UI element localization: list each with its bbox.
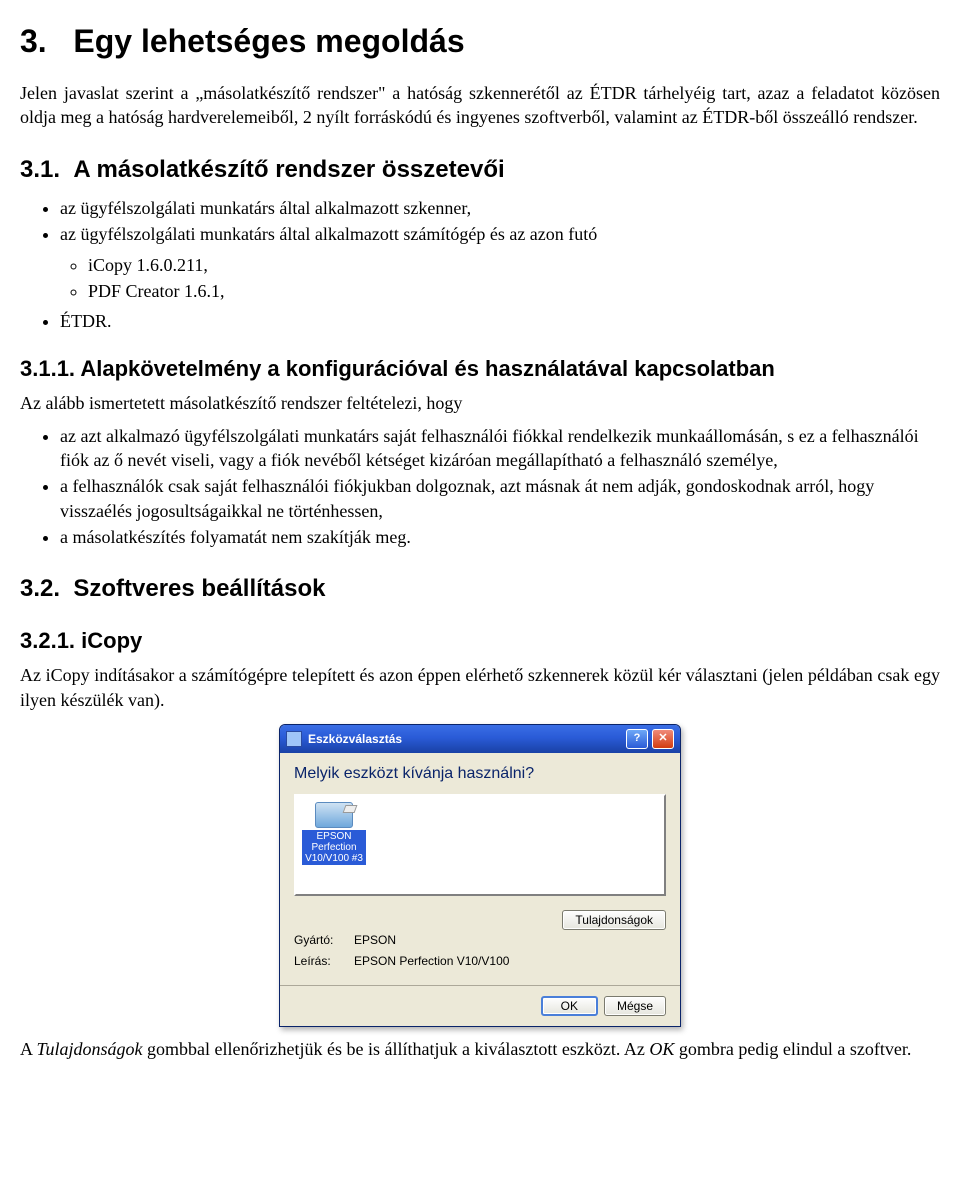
list-requirements: az azt alkalmazó ügyfélszolgálati munkat…	[20, 424, 940, 549]
list-item: az ügyfélszolgálati munkatárs által alka…	[60, 196, 940, 220]
paragraph-321: Az iCopy indításakor a számítógépre tele…	[20, 663, 940, 712]
device-label: EPSON Perfection V10/V100 #3	[302, 830, 366, 865]
text-italic: OK	[649, 1039, 674, 1059]
dialog-screenshot: Eszközválasztás ? ✕ Melyik eszközt kíván…	[20, 724, 940, 1027]
heading-3-1: 3.1. A másolatkészítő rendszer összetevő…	[20, 154, 940, 186]
paragraph-intro: Jelen javaslat szerint a „másolatkészítő…	[20, 81, 940, 130]
list-item: a felhasználók csak saját felhasználói f…	[60, 474, 940, 523]
paragraph-last: A Tulajdonságok gombbal ellenőrizhetjük …	[20, 1037, 940, 1061]
list-item: a másolatkészítés folyamatát nem szakítj…	[60, 525, 940, 549]
app-icon	[286, 731, 302, 747]
description-label: Leírás:	[294, 953, 354, 969]
text-italic: Tulajdonságok	[37, 1039, 143, 1059]
text-seg: gombra pedig elindul a szoftver.	[674, 1039, 911, 1059]
dialog-title: Eszközválasztás	[308, 731, 622, 747]
heading-3-2-1: 3.2.1. iCopy	[20, 626, 940, 656]
heading-3: 3. Egy lehetséges megoldás	[20, 20, 940, 63]
manufacturer-label: Gyártó:	[294, 932, 354, 948]
device-details: Tulajdonságok Gyártó: EPSON Leírás: EPSO…	[294, 910, 666, 970]
device-item[interactable]: EPSON Perfection V10/V100 #3	[302, 802, 366, 865]
dialog-heading: Melyik eszközt kívánja használni?	[294, 763, 666, 785]
device-list[interactable]: EPSON Perfection V10/V100 #3	[294, 794, 666, 896]
dialog-footer: OK Mégse	[280, 985, 680, 1026]
ok-button[interactable]: OK	[541, 996, 598, 1016]
heading-3-2: 3.2. Szoftveres beállítások	[20, 573, 940, 605]
list-subitem: PDF Creator 1.6.1,	[88, 279, 940, 303]
properties-button[interactable]: Tulajdonságok	[562, 910, 666, 930]
text-seg: gombbal ellenőrizhetjük és be is állítha…	[143, 1039, 650, 1059]
text-seg: A	[20, 1039, 37, 1059]
list-item: az ügyfélszolgálati munkatárs által alka…	[60, 222, 940, 303]
scanner-icon	[315, 802, 353, 828]
list-subitem: iCopy 1.6.0.211,	[88, 253, 940, 277]
device-selection-dialog: Eszközválasztás ? ✕ Melyik eszközt kíván…	[279, 724, 681, 1027]
list-item: az azt alkalmazó ügyfélszolgálati munkat…	[60, 424, 940, 473]
heading-3-1-1: 3.1.1. Alapkövetelmény a konfigurációval…	[20, 354, 940, 384]
close-button[interactable]: ✕	[652, 729, 674, 749]
manufacturer-value: EPSON	[354, 932, 666, 948]
cancel-button[interactable]: Mégse	[604, 996, 666, 1016]
help-button[interactable]: ?	[626, 729, 648, 749]
description-value: EPSON Perfection V10/V100	[354, 953, 666, 969]
list-item: ÉTDR.	[60, 309, 940, 333]
list-components: az ügyfélszolgálati munkatárs által alka…	[20, 196, 940, 333]
dialog-titlebar: Eszközválasztás ? ✕	[280, 725, 680, 753]
list-item-text: az ügyfélszolgálati munkatárs által alka…	[60, 224, 597, 244]
paragraph-311-intro: Az alább ismertetett másolatkészítő rend…	[20, 391, 940, 415]
